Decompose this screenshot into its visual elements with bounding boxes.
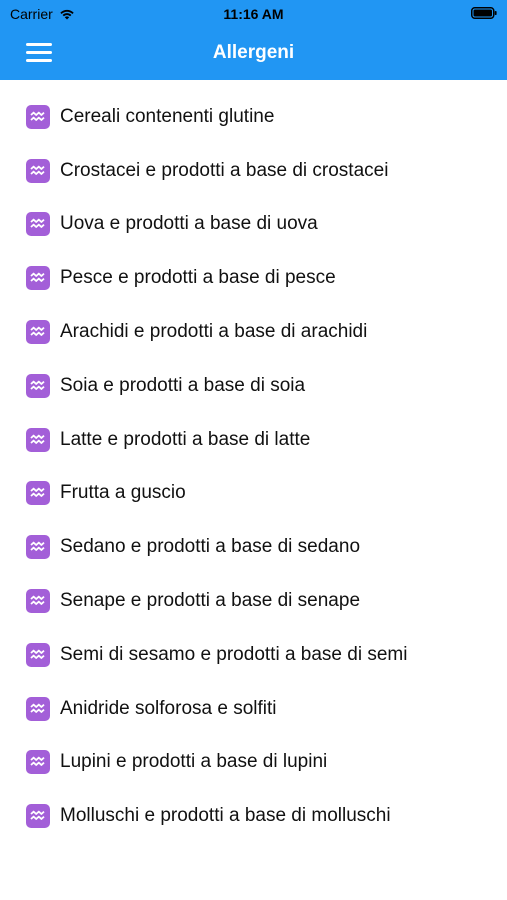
aquarius-icon: [26, 373, 50, 398]
list-item-label: Cereali contenenti glutine: [60, 105, 275, 127]
list-item[interactable]: Sedano e prodotti a base di sedano: [0, 520, 507, 574]
aquarius-icon: [26, 320, 50, 345]
list-item[interactable]: Soia e prodotti a base di soia: [0, 359, 507, 413]
list-item[interactable]: Semi di sesamo e prodotti a base di semi: [0, 628, 507, 682]
list-item-label: Pesce e prodotti a base di pesce: [60, 267, 336, 289]
aquarius-icon: [26, 266, 50, 291]
navigation-bar: Allergeni: [0, 28, 507, 80]
list-item-label: Arachidi e prodotti a base di arachidi: [60, 321, 368, 343]
aquarius-icon: [26, 481, 50, 506]
list-item[interactable]: Lupini e prodotti a base di lupini: [0, 736, 507, 790]
aquarius-icon: [26, 104, 50, 129]
aquarius-icon: [26, 535, 50, 560]
list-item-label: Frutta a guscio: [60, 482, 186, 504]
list-item-label: Sedano e prodotti a base di sedano: [60, 536, 361, 558]
page-title: Allergeni: [212, 42, 295, 63]
aquarius-icon: [26, 804, 50, 829]
list-item-label: Semi di sesamo e prodotti a base di semi: [60, 643, 408, 665]
aquarius-icon: [26, 212, 50, 237]
list-item[interactable]: Senape e prodotti a base di senape: [0, 574, 507, 628]
list-item[interactable]: Cereali contenenti glutine: [0, 90, 507, 144]
aquarius-icon: [26, 696, 50, 721]
aquarius-icon: [26, 750, 50, 775]
list-item[interactable]: Crostacei e prodotti a base di crostacei: [0, 144, 507, 198]
allergen-list: Cereali contenenti glutine Crostacei e pr…: [0, 90, 507, 843]
list-item-label: Crostacei e prodotti a base di crostacei: [60, 159, 389, 181]
list-item[interactable]: Arachidi e prodotti a base di arachidi: [0, 305, 507, 359]
list-item-label: Uova e prodotti a base di uova: [60, 213, 318, 235]
status-bar: Carrier 11:16 AM: [0, 0, 507, 28]
list-item[interactable]: Molluschi e prodotti a base di molluschi: [0, 789, 507, 843]
list-item-label: Latte e prodotti a base di latte: [60, 428, 311, 450]
list-item[interactable]: Frutta a guscio: [0, 467, 507, 521]
list-item[interactable]: Anidride solforosa e solfiti: [0, 682, 507, 736]
aquarius-icon: [26, 158, 50, 183]
status-time: 11:16 AM: [223, 6, 284, 22]
aquarius-icon: [26, 427, 50, 452]
battery-icon: [471, 7, 497, 19]
list-item-label: Anidride solforosa e solfiti: [60, 697, 277, 719]
list-item-label: Lupini e prodotti a base di lupini: [60, 751, 328, 773]
aquarius-icon: [26, 642, 50, 667]
list-item[interactable]: Uova e prodotti a base di uova: [0, 198, 507, 252]
list-item-label: Senape e prodotti a base di senape: [60, 590, 361, 612]
list-item-label: Molluschi e prodotti a base di molluschi: [60, 805, 391, 827]
aquarius-icon: [26, 589, 50, 614]
list-item[interactable]: Latte e prodotti a base di latte: [0, 413, 507, 467]
list-item[interactable]: Pesce e prodotti a base di pesce: [0, 251, 507, 305]
list-item-label: Soia e prodotti a base di soia: [60, 374, 306, 396]
